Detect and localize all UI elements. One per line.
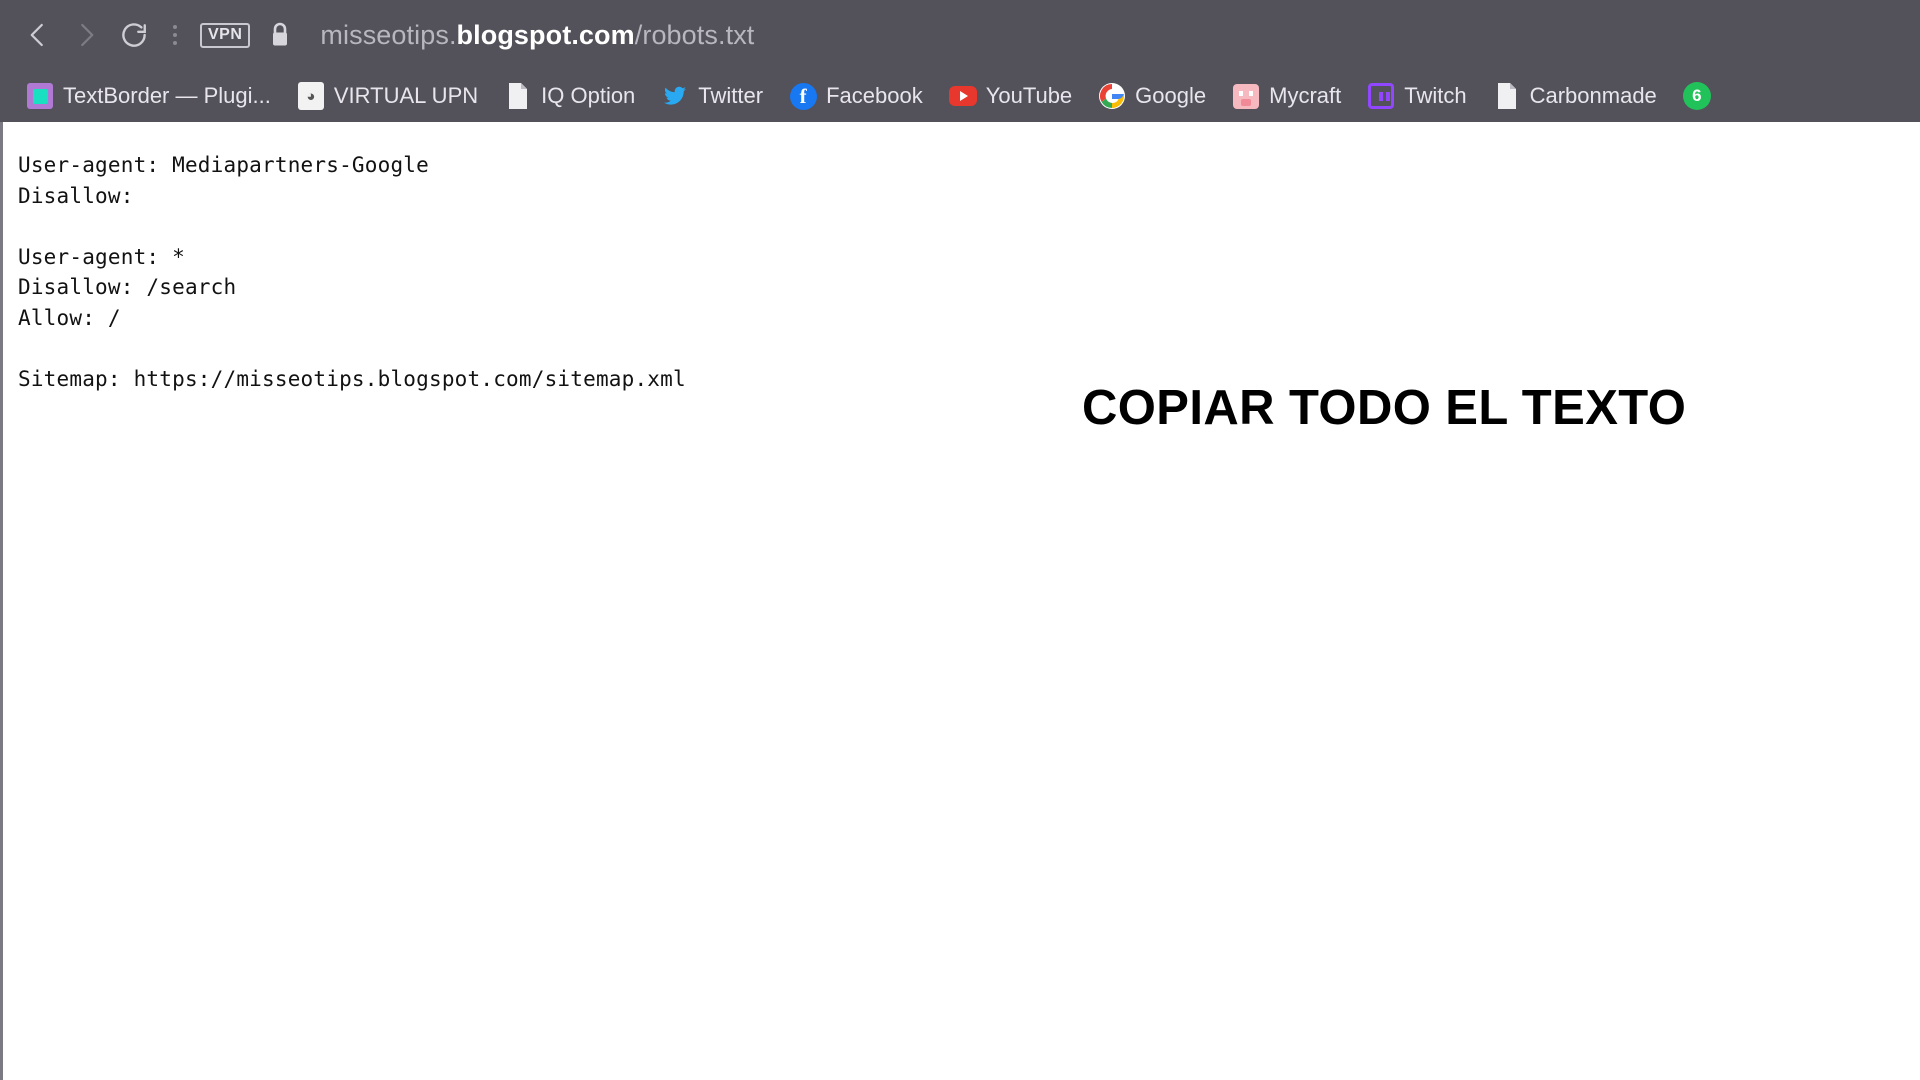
bookmark-iq-option[interactable]: IQ Option [500, 78, 647, 114]
bookmark-mycraft[interactable]: Mycraft [1228, 78, 1353, 114]
green-badge-six-icon: 6 [1682, 82, 1711, 110]
bookmark-twitch[interactable]: Twitch [1363, 78, 1478, 114]
pig-icon [1232, 82, 1260, 110]
lock-icon[interactable] [266, 18, 294, 52]
bookmark-label: Twitch [1404, 83, 1467, 108]
bookmark-label: Facebook [826, 83, 923, 108]
kebab-dot [173, 41, 177, 45]
twitch-icon [1367, 82, 1395, 110]
browser-chrome: VPN misseotips.blogspot.com/robots.txt T… [0, 0, 1920, 122]
bookmark-carbonmade[interactable]: Carbonmade [1489, 78, 1669, 114]
browser-toolbar: VPN misseotips.blogspot.com/robots.txt [0, 0, 1920, 70]
url-prefix: misseotips. [320, 19, 457, 50]
url-host: blogspot.com [456, 19, 635, 50]
generic-page-icon [504, 82, 532, 110]
bookmarks-bar: TextBorder — Plugi... ◕ VIRTUAL UPN IQ O… [0, 70, 1920, 122]
bookmark-label: Twitter [698, 83, 764, 108]
address-bar[interactable]: misseotips.blogspot.com/robots.txt [320, 20, 754, 51]
url-path: /robots.txt [634, 19, 755, 50]
textborder-icon [26, 82, 54, 110]
facebook-icon: f [789, 82, 817, 110]
bookmark-label: Mycraft [1269, 83, 1342, 108]
bookmark-facebook[interactable]: f Facebook [785, 78, 935, 114]
bookmark-youtube[interactable]: YouTube [945, 78, 1084, 114]
twitter-bird-icon [661, 82, 689, 110]
vpn-extension-badge[interactable]: VPN [200, 22, 251, 48]
kebab-dot [173, 25, 177, 29]
bookmark-google[interactable]: Google [1094, 78, 1218, 114]
kebab-dot [173, 33, 177, 37]
robots-txt-content: User-agent: Mediapartners-Google Disallo… [18, 153, 686, 391]
back-button[interactable] [14, 11, 62, 59]
bookmark-twitter[interactable]: Twitter [657, 78, 775, 114]
badge-count: 6 [1682, 82, 1711, 110]
google-g-icon [1098, 82, 1126, 110]
annotation-copiar-todo-el-texto: COPIAR TODO EL TEXTO [1082, 381, 1687, 435]
bookmark-label: IQ Option [541, 83, 636, 108]
generic-page-icon [1493, 82, 1521, 110]
browser-menu-button[interactable] [158, 11, 192, 59]
bookmark-label: Carbonmade [1529, 83, 1657, 108]
reload-button[interactable] [110, 11, 158, 59]
bookmark-label: Google [1135, 83, 1207, 108]
bookmark-label: TextBorder — Plugi... [63, 83, 271, 108]
bookmark-label: YouTube [985, 83, 1073, 108]
bookmark-textborder[interactable]: TextBorder — Plugi... [22, 78, 283, 114]
page-viewport: User-agent: Mediapartners-Google Disallo… [0, 122, 1920, 1080]
forward-button[interactable] [62, 11, 110, 59]
bookmark-badge-six[interactable]: 6 [1679, 78, 1723, 114]
bookmark-label: VIRTUAL UPN [333, 83, 479, 108]
bookmark-virtual-upn[interactable]: ◕ VIRTUAL UPN [293, 78, 490, 114]
youtube-icon [948, 82, 977, 110]
virtual-upn-icon: ◕ [297, 82, 325, 110]
